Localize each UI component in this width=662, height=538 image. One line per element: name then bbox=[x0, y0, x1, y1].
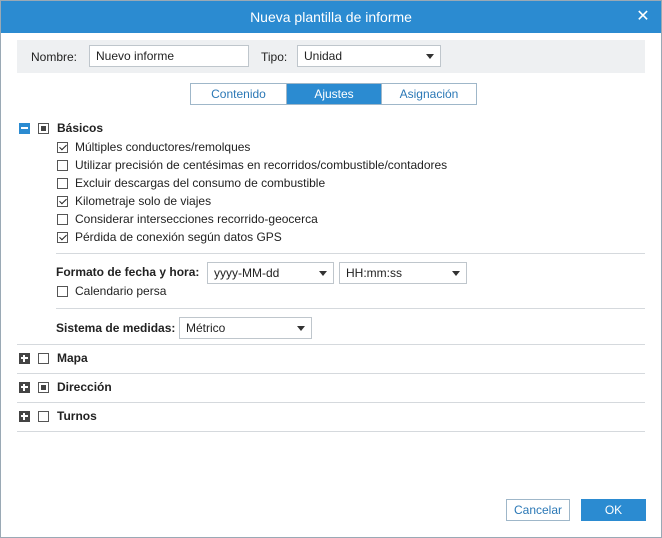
option-trip-mileage[interactable]: Kilometraje solo de viajes bbox=[57, 193, 617, 209]
option-label: Calendario persa bbox=[75, 284, 167, 298]
checkbox[interactable] bbox=[57, 214, 68, 225]
divider bbox=[56, 308, 645, 309]
chevron-down-icon bbox=[319, 271, 327, 276]
chevron-down-icon bbox=[426, 54, 434, 59]
measure-system-select[interactable]: Métrico bbox=[179, 317, 312, 339]
divider bbox=[17, 344, 645, 345]
tab-bar: Contenido Ajustes Asignación bbox=[190, 83, 477, 105]
option-gps-connection-loss[interactable]: Pérdida de conexión según datos GPS bbox=[57, 229, 617, 245]
section-mapa-header: Mapa bbox=[19, 350, 319, 368]
cancel-button[interactable]: Cancelar bbox=[506, 499, 570, 521]
date-format-label: Formato de fecha y hora: bbox=[56, 265, 200, 279]
close-icon[interactable]: ✕ bbox=[635, 9, 651, 25]
option-persian-calendar[interactable]: Calendario persa bbox=[57, 283, 257, 299]
time-format-select[interactable]: HH:mm:ss bbox=[339, 262, 467, 284]
divider bbox=[17, 373, 645, 374]
option-label: Utilizar precisión de centésimas en reco… bbox=[75, 158, 448, 172]
option-multiple-drivers[interactable]: Múltiples conductores/remolques bbox=[57, 139, 617, 155]
checkbox[interactable] bbox=[57, 286, 68, 297]
name-type-row: Nombre: Tipo: Unidad bbox=[17, 40, 645, 73]
checkbox[interactable] bbox=[57, 196, 68, 207]
chevron-down-icon bbox=[452, 271, 460, 276]
section-mapa-title: Mapa bbox=[57, 351, 88, 365]
checkbox[interactable] bbox=[57, 160, 68, 171]
section-basics-header: Básicos bbox=[19, 120, 319, 138]
checkbox[interactable] bbox=[57, 178, 68, 189]
tab-ajustes[interactable]: Ajustes bbox=[287, 84, 382, 104]
title-bar: Nueva plantilla de informe ✕ bbox=[1, 1, 661, 33]
measure-system-label: Sistema de medidas: bbox=[56, 321, 176, 335]
section-direccion-header: Dirección bbox=[19, 379, 319, 397]
option-label: Múltiples conductores/remolques bbox=[75, 140, 251, 154]
option-hundredths-precision[interactable]: Utilizar precisión de centésimas en reco… bbox=[57, 157, 617, 173]
option-exclude-drains[interactable]: Excluir descargas del consumo de combust… bbox=[57, 175, 617, 191]
divider bbox=[17, 431, 645, 432]
option-label: Pérdida de conexión según datos GPS bbox=[75, 230, 282, 244]
tab-contenido[interactable]: Contenido bbox=[191, 84, 287, 104]
divider bbox=[56, 253, 645, 254]
name-input[interactable] bbox=[89, 45, 249, 67]
section-direccion-title: Dirección bbox=[57, 380, 112, 394]
section-turnos-title: Turnos bbox=[57, 409, 97, 423]
option-geofence-intersections[interactable]: Considerar intersecciones recorrido-geoc… bbox=[57, 211, 617, 227]
option-label: Kilometraje solo de viajes bbox=[75, 194, 212, 208]
section-turnos-checkbox[interactable] bbox=[38, 411, 49, 422]
chevron-down-icon bbox=[297, 326, 305, 331]
checkbox[interactable] bbox=[57, 142, 68, 153]
name-label: Nombre: bbox=[31, 50, 78, 64]
section-mapa-checkbox[interactable] bbox=[38, 353, 49, 364]
expand-icon[interactable] bbox=[19, 353, 30, 364]
section-basics-title: Básicos bbox=[57, 121, 104, 135]
time-format-value: HH:mm:ss bbox=[346, 266, 402, 280]
section-turnos-header: Turnos bbox=[19, 408, 319, 426]
option-label: Considerar intersecciones recorrido-geoc… bbox=[75, 212, 318, 226]
measure-system-value: Métrico bbox=[186, 321, 226, 335]
section-basics-checkbox[interactable] bbox=[38, 123, 49, 134]
divider bbox=[17, 402, 645, 403]
option-label: Excluir descargas del consumo de combust… bbox=[75, 176, 326, 190]
date-format-value: yyyy-MM-dd bbox=[214, 266, 280, 280]
collapse-icon[interactable] bbox=[19, 123, 30, 134]
expand-icon[interactable] bbox=[19, 411, 30, 422]
type-select[interactable]: Unidad bbox=[297, 45, 441, 67]
checkbox[interactable] bbox=[57, 232, 68, 243]
expand-icon[interactable] bbox=[19, 382, 30, 393]
type-label: Tipo: bbox=[261, 50, 288, 64]
date-format-select[interactable]: yyyy-MM-dd bbox=[207, 262, 334, 284]
dialog-title: Nueva plantilla de informe bbox=[250, 9, 412, 25]
report-template-dialog: Nueva plantilla de informe ✕ Nombre: Tip… bbox=[0, 0, 662, 538]
section-direccion-checkbox[interactable] bbox=[38, 382, 49, 393]
ok-button[interactable]: OK bbox=[581, 499, 646, 521]
tab-asignacion[interactable]: Asignación bbox=[382, 84, 476, 104]
type-select-value: Unidad bbox=[304, 49, 343, 63]
